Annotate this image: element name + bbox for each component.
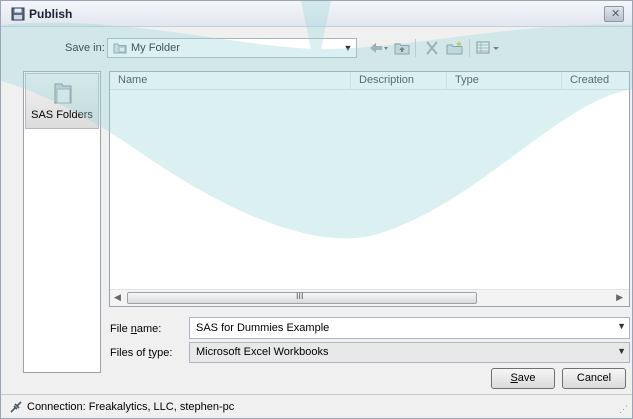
- save-in-value: My Folder: [131, 42, 180, 54]
- places-item-sas-folders[interactable]: SAS Folders: [25, 73, 99, 129]
- connection-icon: [10, 401, 22, 413]
- scroll-right-icon[interactable]: ▶: [616, 292, 623, 303]
- column-header-created[interactable]: Created: [562, 72, 629, 90]
- list-header: Name Description Type Created: [110, 72, 629, 90]
- folder-icon: [113, 43, 127, 54]
- places-item-label: SAS Folders: [31, 109, 93, 121]
- delete-icon: [426, 41, 438, 55]
- save-disk-icon: [11, 7, 25, 21]
- chevron-down-icon[interactable]: ▼: [617, 346, 626, 356]
- places-bar: SAS Folders: [23, 71, 101, 373]
- delete-button[interactable]: [423, 38, 441, 58]
- horizontal-scrollbar[interactable]: ◀ III ▶: [110, 289, 629, 306]
- status-bar: Connection: Freakalytics, LLC, stephen-p…: [1, 394, 632, 418]
- scroll-left-icon[interactable]: ◀: [114, 292, 121, 303]
- column-header-description[interactable]: Description: [351, 72, 447, 90]
- file-type-label: Files of type:: [110, 347, 173, 359]
- file-name-combo[interactable]: ▼: [189, 317, 630, 339]
- resize-grip-icon[interactable]: ⋰: [619, 404, 628, 415]
- views-button[interactable]: [475, 38, 503, 58]
- file-name-label: File name:: [110, 323, 162, 335]
- up-folder-button[interactable]: [393, 38, 411, 58]
- close-button[interactable]: ✕: [604, 6, 624, 22]
- cancel-button[interactable]: Cancel: [562, 368, 626, 389]
- column-header-type[interactable]: Type: [447, 72, 562, 90]
- connection-status: Connection: Freakalytics, LLC, stephen-p…: [27, 401, 235, 413]
- column-header-name[interactable]: Name: [110, 72, 351, 90]
- file-type-value: Microsoft Excel Workbooks: [196, 346, 329, 358]
- up-folder-icon: [394, 43, 410, 55]
- chevron-down-icon[interactable]: ▼: [340, 39, 356, 57]
- folder-icon: [54, 83, 72, 104]
- save-in-label: Save in:: [65, 42, 105, 54]
- save-in-combo[interactable]: My Folder ▼: [107, 38, 357, 58]
- scroll-grip: III: [296, 291, 304, 301]
- new-folder-icon: [446, 41, 463, 55]
- window-title: Publish: [29, 7, 73, 21]
- toolbar-separator: [469, 39, 470, 57]
- new-folder-button[interactable]: [445, 38, 465, 58]
- back-button[interactable]: [367, 38, 389, 58]
- publish-dialog: Publish ✕ Save in: My Folder ▼ SAS Folde…: [0, 0, 633, 419]
- scroll-thumb[interactable]: III: [127, 291, 477, 304]
- toolbar-separator: [415, 39, 416, 57]
- views-icon: [476, 41, 499, 54]
- file-name-input[interactable]: [196, 322, 596, 334]
- title-bar: Publish ✕: [1, 1, 632, 27]
- save-button[interactable]: Save: [491, 368, 555, 389]
- chevron-down-icon[interactable]: ▼: [617, 321, 626, 331]
- file-list[interactable]: Name Description Type Created ◀ III ▶: [109, 71, 630, 307]
- close-icon: ✕: [611, 8, 621, 20]
- file-type-select[interactable]: Microsoft Excel Workbooks ▼: [189, 342, 630, 363]
- back-arrow-icon: [370, 43, 388, 53]
